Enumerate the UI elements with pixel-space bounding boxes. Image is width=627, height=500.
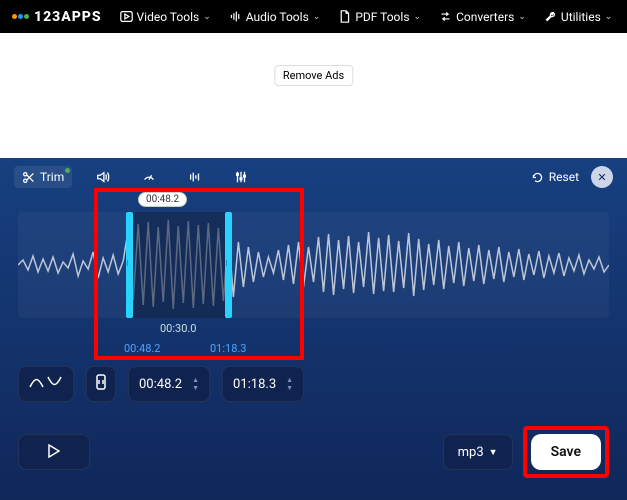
chevron-down-icon: ⌄ [518,12,526,22]
volume-icon [96,170,110,184]
tool-equalizer[interactable] [226,166,256,188]
nav-audio-tools[interactable]: Audio Tools⌄ [229,10,321,24]
logo[interactable]: 123APPS [12,9,102,25]
tool-volume[interactable] [88,166,118,188]
play-button[interactable] [18,434,90,470]
sliders-icon [234,170,248,184]
save-button[interactable]: Save [531,434,601,470]
convert-icon [439,10,452,23]
play-icon [48,443,60,462]
undo-icon [531,171,544,184]
tool-pitch[interactable] [180,166,210,188]
format-select[interactable]: mp3 ▼ [443,434,513,470]
tool-speed[interactable] [134,166,164,188]
remove-ads-button[interactable]: Remove Ads [274,65,353,86]
keep-region-icon [94,373,108,395]
chevron-down-icon: ⌄ [313,12,321,22]
pitch-bars-icon [188,170,202,184]
trim-handle-end[interactable] [225,212,232,318]
reset-button[interactable]: Reset [531,170,579,184]
nav-video-tools[interactable]: Video Tools⌄ [120,10,211,24]
speed-icon [142,170,156,184]
chevron-down-icon: ⌄ [203,12,211,22]
selection-overlay[interactable] [126,212,230,318]
document-icon [338,10,351,23]
nav-utilities[interactable]: Utilities⌄ [544,10,612,24]
cut-mode-toggle[interactable] [86,366,116,402]
stepper-icon[interactable]: ▲▼ [286,376,293,392]
playhead-tooltip: 00:48.2 [138,192,187,207]
selection-end-label: 01:18.3 [210,342,246,355]
waveform-track[interactable] [18,212,609,318]
close-button[interactable]: ✕ [591,166,613,188]
chevron-down-icon: ⌄ [414,12,422,22]
annotation-box: Save [523,426,609,478]
logo-dots-icon [12,14,29,19]
chevron-down-icon: ⌄ [605,12,613,22]
selection-duration: 00:30.0 [160,322,196,335]
fade-icon [28,374,64,394]
logo-text: 123APPS [34,9,102,25]
start-time-input[interactable]: 00:48.2 ▲▼ [128,366,210,402]
controls-row: 00:48.2 ▲▼ 01:18.3 ▲▼ [0,352,627,416]
stepper-icon[interactable]: ▲▼ [192,376,199,392]
caret-down-icon: ▼ [489,447,498,458]
scissors-icon [22,171,35,184]
tool-trim[interactable]: Trim [14,166,72,188]
trim-handle-start[interactable] [126,212,133,318]
waveform-icon [18,212,609,318]
play-rect-icon [120,10,133,23]
audio-editor: Trim Reset ✕ [0,158,627,500]
top-nav: 123APPS Video Tools⌄ Audio Tools⌄ PDF To… [0,0,627,33]
fade-button[interactable] [18,366,74,402]
bottom-row: mp3 ▼ Save [0,416,627,496]
editor-toolbar: Trim Reset ✕ [0,158,627,194]
close-icon: ✕ [597,171,606,184]
nav-pdf-tools[interactable]: PDF Tools⌄ [338,10,421,24]
audio-bars-icon [229,10,242,23]
waveform-area: 00:48.2 00:30.0 00:48.2 01:18.3 [18,194,609,352]
wrench-icon [544,10,557,23]
end-time-input[interactable]: 01:18.3 ▲▼ [222,366,304,402]
selection-start-label: 00:48.2 [124,342,160,355]
nav-converters[interactable]: Converters⌄ [439,10,526,24]
